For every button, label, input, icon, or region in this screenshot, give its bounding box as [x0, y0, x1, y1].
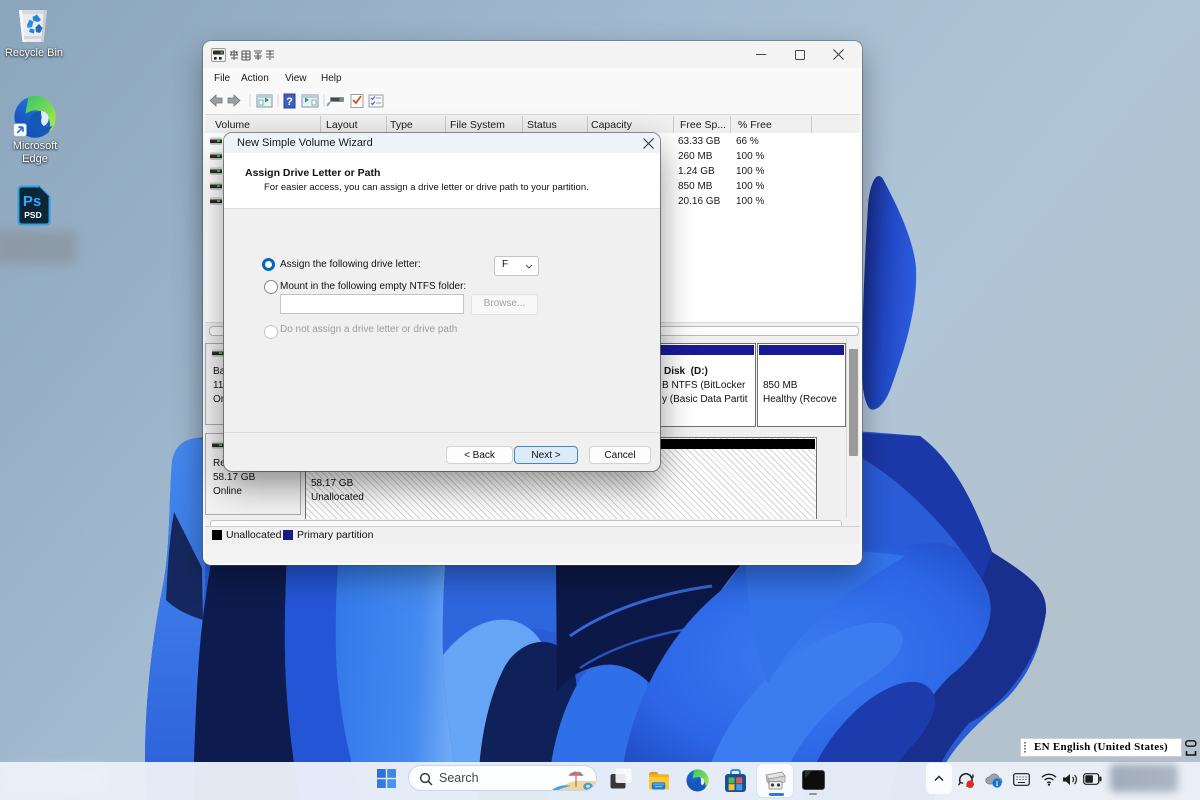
svg-text:i: i	[996, 779, 998, 788]
svg-text:PSD: PSD	[24, 210, 41, 220]
svg-text:Ps: Ps	[23, 193, 41, 210]
svg-text:?: ?	[286, 96, 293, 108]
